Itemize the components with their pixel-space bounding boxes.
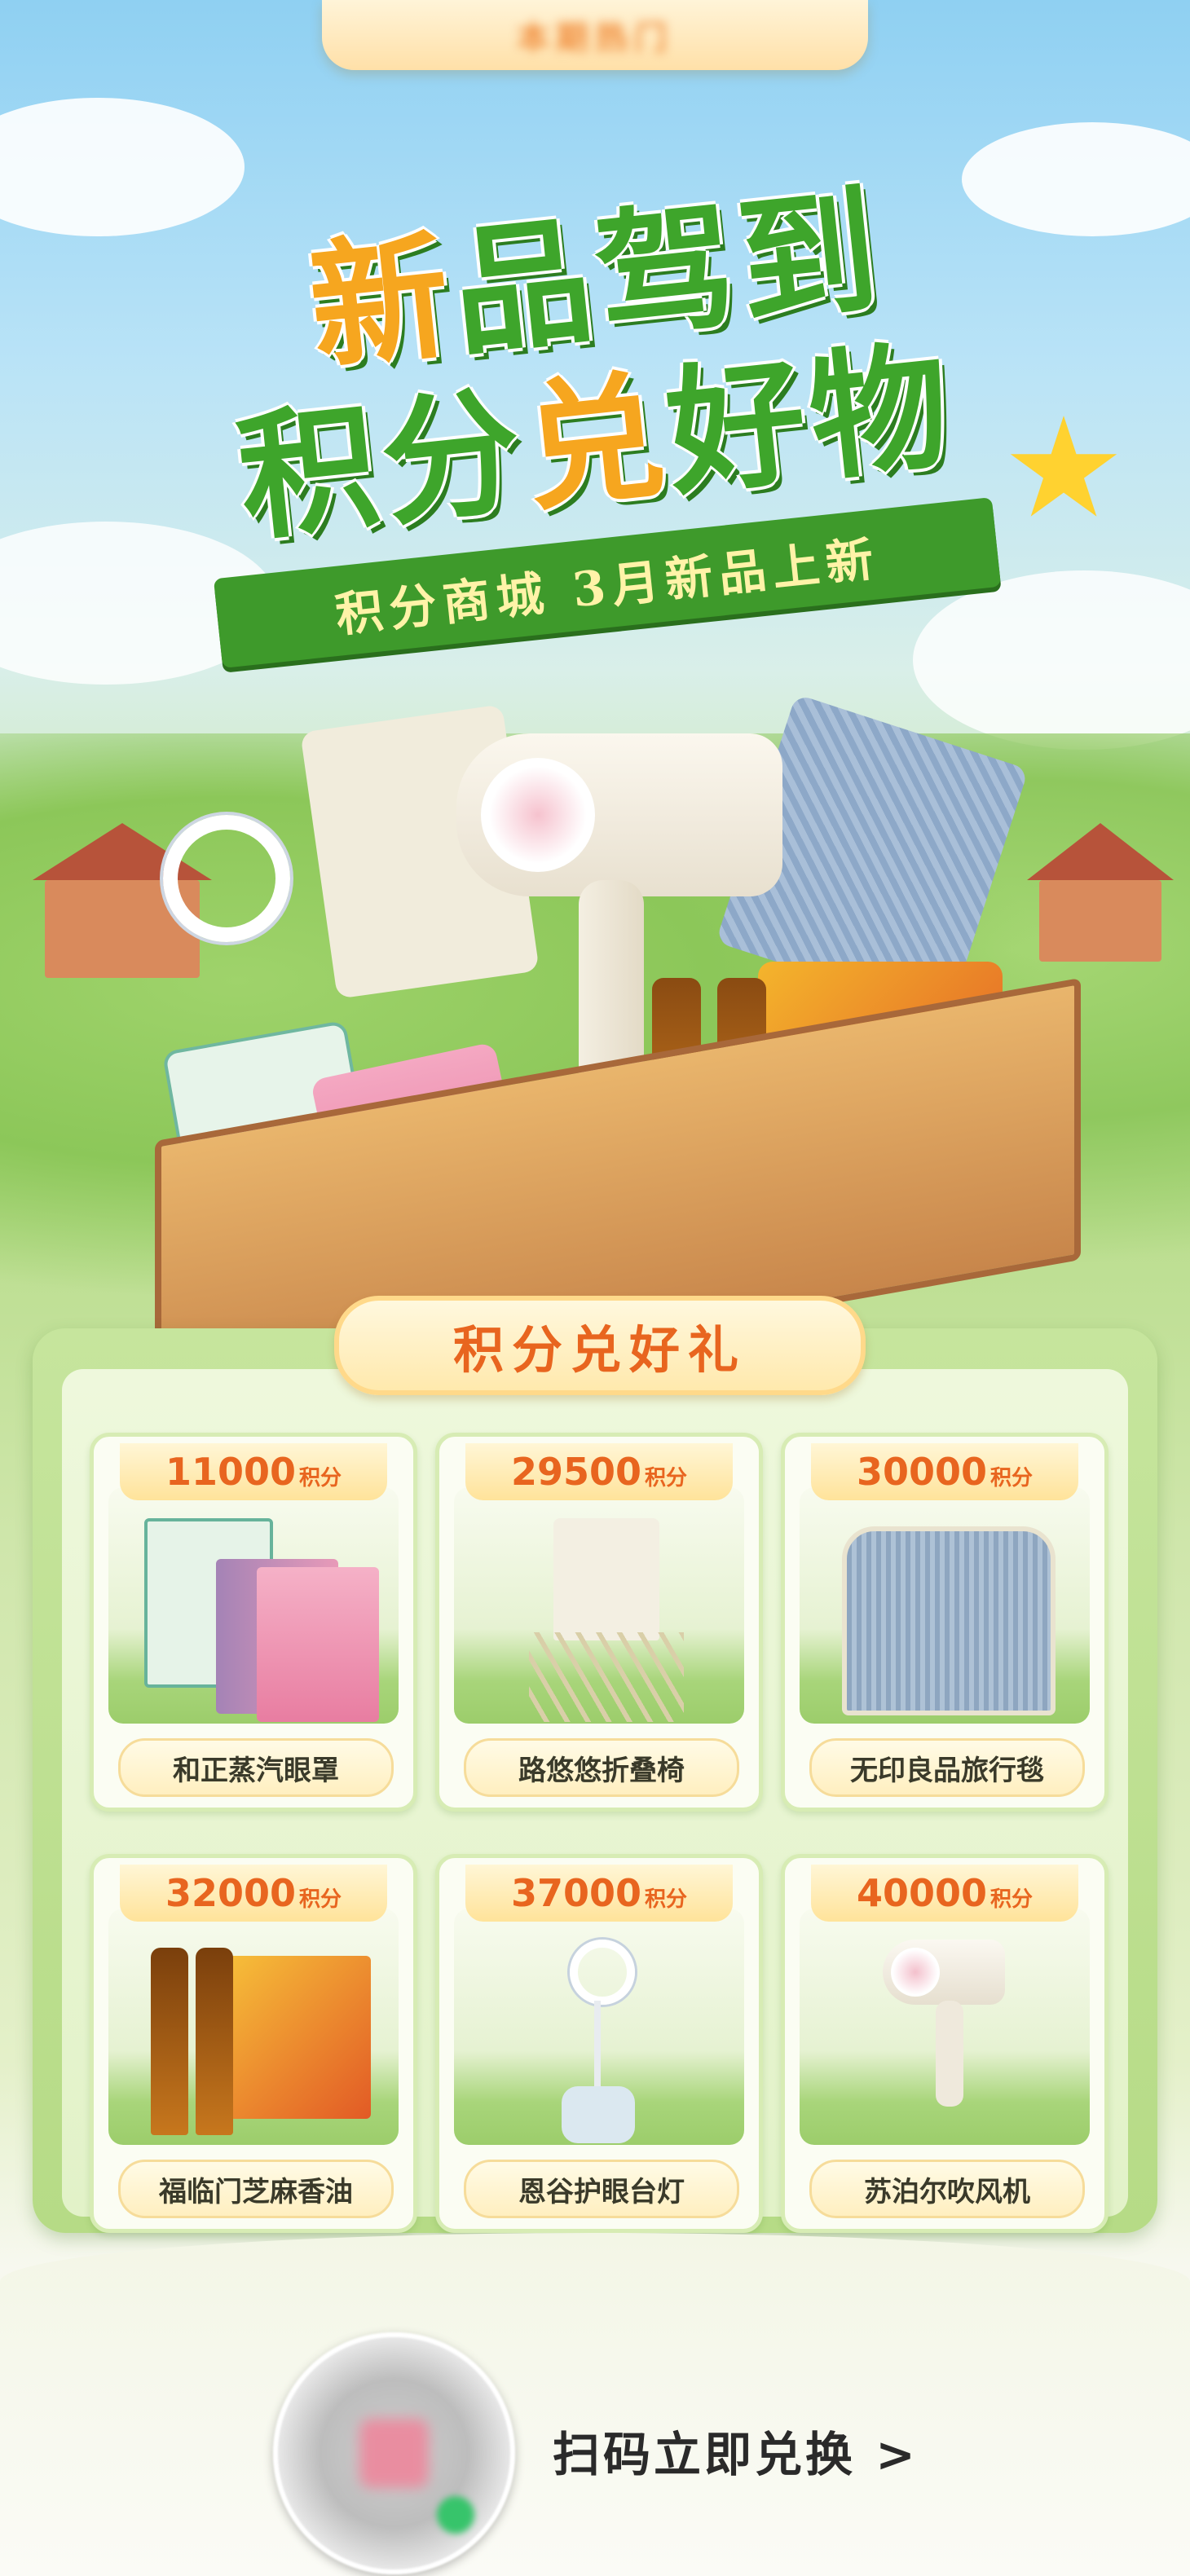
scan-to-redeem-link[interactable]: 扫码立即兑换 > xyxy=(553,2416,919,2485)
product-name-pill: 无印良品旅行毯 xyxy=(809,1738,1085,1797)
product-card[interactable]: 11000 积分 和正蒸汽眼罩 xyxy=(90,1433,417,1812)
oil-bottle-image xyxy=(151,1948,188,2135)
hero-accent-char-2: 兑 xyxy=(516,354,677,531)
points-unit: 积分 xyxy=(645,1466,688,1491)
points-badge: 29500 积分 xyxy=(465,1443,733,1500)
dryer-fan-image xyxy=(891,1948,940,1997)
oil-box-image xyxy=(216,1956,371,2119)
product-card[interactable]: 40000 积分 苏泊尔吹风机 xyxy=(781,1854,1108,2233)
blanket-image xyxy=(842,1526,1056,1715)
points-value: 11000 xyxy=(165,1450,297,1494)
section-title: 积分兑好礼 xyxy=(452,1320,747,1380)
points-value: 29500 xyxy=(510,1450,642,1494)
qr-corner-dot xyxy=(437,2496,474,2534)
product-name: 和正蒸汽眼罩 xyxy=(173,1754,339,1787)
product-name: 恩谷护眼台灯 xyxy=(518,2175,685,2208)
oil-bottle-image xyxy=(196,1948,233,2135)
chair-legs-image xyxy=(529,1632,684,1722)
hair-dryer-fan xyxy=(481,758,595,872)
product-name: 苏泊尔吹风机 xyxy=(864,2175,1030,2208)
lamp-stem-image xyxy=(594,2001,601,2090)
hero-line2-text-b: 好物 xyxy=(659,324,962,517)
house-roof xyxy=(1027,823,1174,880)
hero-line2-text-a: 积分 xyxy=(231,368,534,561)
qr-code[interactable] xyxy=(273,2332,515,2574)
house xyxy=(1039,880,1161,962)
dryer-handle-image xyxy=(936,2001,963,2107)
points-badge: 32000 积分 xyxy=(120,1865,387,1922)
points-unit: 积分 xyxy=(299,1466,342,1491)
product-name-pill: 恩谷护眼台灯 xyxy=(464,2160,739,2218)
product-name: 福临门芝麻香油 xyxy=(159,2175,353,2208)
product-name: 路悠悠折叠椅 xyxy=(518,1754,685,1787)
lamp-ring-image xyxy=(570,1940,635,2005)
top-tab[interactable]: 本期热门 xyxy=(322,0,868,70)
top-tab-label: 本期热门 xyxy=(517,20,673,57)
rose-mask-image xyxy=(257,1567,379,1722)
lamp-base-image xyxy=(562,2086,635,2143)
points-unit: 积分 xyxy=(990,1887,1034,1912)
product-name-pill: 苏泊尔吹风机 xyxy=(809,2160,1085,2218)
desk-lamp-ring xyxy=(163,815,290,942)
product-name-pill: 路悠悠折叠椅 xyxy=(464,1738,739,1797)
points-value: 40000 xyxy=(856,1871,988,1915)
product-card[interactable]: 32000 积分 福临门芝麻香油 xyxy=(90,1854,417,2233)
points-badge: 30000 积分 xyxy=(811,1443,1078,1500)
qr-center-logo xyxy=(359,2419,429,2488)
points-badge: 37000 积分 xyxy=(465,1865,733,1922)
points-unit: 积分 xyxy=(990,1466,1034,1491)
points-badge: 40000 积分 xyxy=(811,1865,1078,1922)
points-value: 30000 xyxy=(856,1450,988,1494)
points-badge: 11000 积分 xyxy=(120,1443,387,1500)
chair-seat-image xyxy=(553,1518,659,1640)
points-unit: 积分 xyxy=(645,1887,688,1912)
points-value: 32000 xyxy=(165,1871,297,1915)
star-icon: ★ xyxy=(1001,388,1126,549)
section-title-badge: 积分兑好礼 xyxy=(334,1296,866,1395)
product-card[interactable]: 37000 积分 恩谷护眼台灯 xyxy=(435,1854,763,2233)
points-unit: 积分 xyxy=(299,1887,342,1912)
promo-page: 本期热门 新品驾到 积分兑好物 积分商城 3月新品上新 ★ 积分兑好礼 1100… xyxy=(0,0,1190,2576)
points-value: 37000 xyxy=(510,1871,642,1915)
product-name: 无印良品旅行毯 xyxy=(850,1754,1044,1787)
product-card[interactable]: 29500 积分 路悠悠折叠椅 xyxy=(435,1433,763,1812)
footer xyxy=(0,2233,1190,2576)
product-card[interactable]: 30000 积分 无印良品旅行毯 xyxy=(781,1433,1108,1812)
product-name-pill: 福临门芝麻香油 xyxy=(118,2160,394,2218)
product-name-pill: 和正蒸汽眼罩 xyxy=(118,1738,394,1797)
cloud xyxy=(913,570,1190,750)
